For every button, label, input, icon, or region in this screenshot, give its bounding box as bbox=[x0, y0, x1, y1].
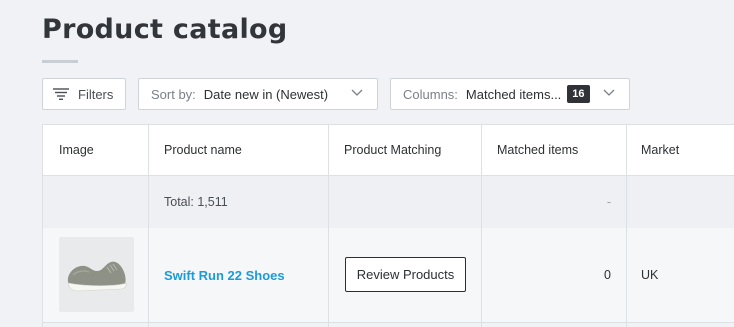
filters-label: Filters bbox=[78, 86, 114, 102]
header-matched-items[interactable]: Matched items bbox=[497, 125, 617, 175]
sort-value: Date new in (Newest) bbox=[203, 86, 329, 102]
header-product-name[interactable]: Product name bbox=[164, 125, 324, 175]
column-divider bbox=[328, 125, 329, 327]
product-table: Image Product name Product Matching Matc… bbox=[42, 124, 734, 327]
columns-dropdown[interactable]: Columns: Matched items... 16 bbox=[390, 78, 630, 110]
market-value: UK bbox=[641, 268, 659, 282]
columns-count-badge: 16 bbox=[567, 85, 590, 103]
filter-icon bbox=[53, 88, 69, 100]
title-underline bbox=[42, 60, 78, 63]
chevron-down-icon bbox=[603, 89, 615, 96]
header-product-matching[interactable]: Product Matching bbox=[344, 125, 474, 175]
header-market[interactable]: Market bbox=[641, 125, 721, 175]
total-count: Total: 1,511 bbox=[164, 195, 228, 209]
matched-summary: - bbox=[606, 195, 611, 209]
summary-row bbox=[43, 176, 734, 228]
column-divider bbox=[626, 125, 627, 327]
product-name-link[interactable]: Swift Run 22 Shoes bbox=[164, 228, 285, 322]
product-image[interactable] bbox=[59, 237, 134, 312]
shoe-icon bbox=[67, 261, 127, 292]
column-divider bbox=[148, 125, 149, 327]
page-title: Product catalog bbox=[42, 14, 288, 45]
chevron-down-icon bbox=[351, 89, 363, 96]
columns-value: Matched items... bbox=[465, 86, 562, 102]
product-name[interactable]: Swift Run 22 Shoes bbox=[164, 268, 285, 283]
sort-label: Sort by: bbox=[151, 86, 196, 102]
header-image[interactable]: Image bbox=[59, 125, 149, 175]
review-products-button[interactable]: Review Products bbox=[345, 257, 466, 292]
row-divider bbox=[43, 322, 734, 323]
matched-items-value: 0 bbox=[604, 268, 611, 282]
sort-dropdown[interactable]: Sort by: Date new in (Newest) bbox=[138, 78, 378, 110]
columns-label: Columns: bbox=[403, 86, 458, 102]
column-divider bbox=[481, 125, 482, 327]
filters-button[interactable]: Filters bbox=[42, 78, 126, 110]
